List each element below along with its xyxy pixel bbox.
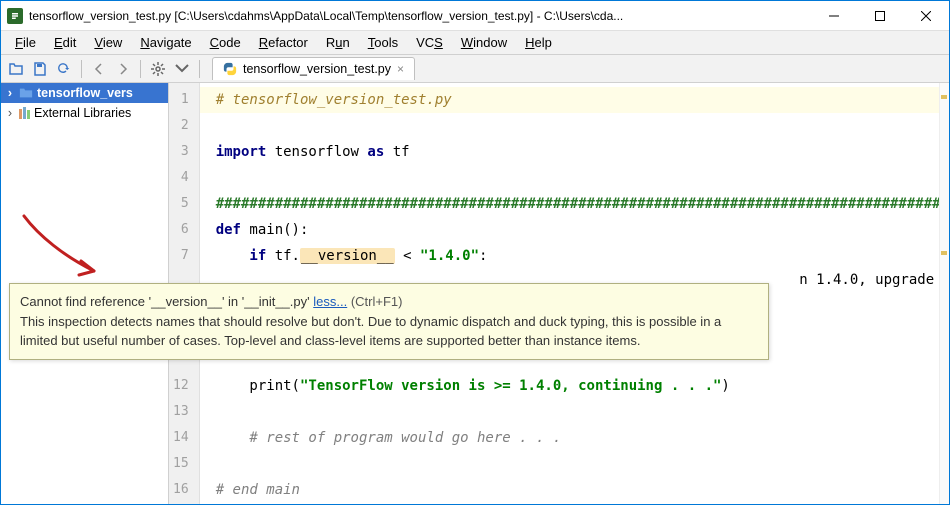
- folder-icon: [19, 86, 33, 100]
- toolbar-separator: [81, 60, 82, 78]
- window-titlebar: tensorflow_version_test.py [C:\Users\cda…: [1, 1, 949, 31]
- project-root-node[interactable]: › tensorflow_vers: [1, 83, 168, 103]
- sync-icon[interactable]: [53, 58, 75, 80]
- nav-back-icon[interactable]: [88, 58, 110, 80]
- truncated-code-fragment: n 1.4.0, upgrade t: [799, 272, 949, 288]
- minimize-button[interactable]: [811, 1, 857, 30]
- close-button[interactable]: [903, 1, 949, 30]
- chevron-right-icon: ›: [5, 106, 15, 120]
- tab-close-icon[interactable]: ×: [397, 63, 404, 75]
- menu-edit[interactable]: Edit: [46, 33, 84, 52]
- app-icon: [7, 8, 23, 24]
- tooltip-less-link[interactable]: less...: [313, 294, 347, 309]
- menu-refactor[interactable]: Refactor: [251, 33, 316, 52]
- inspection-tooltip: Cannot find reference '__version__' in '…: [9, 283, 769, 360]
- python-file-icon: [223, 62, 237, 76]
- code-comment: # rest of program would go here . . .: [249, 430, 561, 446]
- menu-vcs[interactable]: VCS: [408, 33, 451, 52]
- window-title: tensorflow_version_test.py [C:\Users\cda…: [29, 9, 811, 23]
- project-name-label: tensorflow_vers: [37, 86, 133, 100]
- menu-help[interactable]: Help: [517, 33, 560, 52]
- editor-marker-strip[interactable]: [939, 83, 949, 504]
- tooltip-body: This inspection detects names that shoul…: [20, 312, 758, 351]
- menu-tools[interactable]: Tools: [360, 33, 406, 52]
- settings-dropdown-icon[interactable]: [171, 58, 193, 80]
- toolbar-separator: [199, 60, 200, 78]
- menu-navigate[interactable]: Navigate: [132, 33, 199, 52]
- external-libraries-node[interactable]: › External Libraries: [1, 103, 168, 123]
- warning-marker[interactable]: [941, 251, 947, 255]
- code-comment: # end main: [216, 482, 300, 498]
- toolbar: tensorflow_version_test.py ×: [1, 55, 949, 83]
- menu-code[interactable]: Code: [202, 33, 249, 52]
- menu-file[interactable]: File: [7, 33, 44, 52]
- save-all-icon[interactable]: [29, 58, 51, 80]
- tooltip-title: Cannot find reference '__version__' in '…: [20, 294, 313, 309]
- library-icon: [19, 107, 30, 119]
- code-divider-comment: ########################################…: [216, 196, 949, 212]
- menu-window[interactable]: Window: [453, 33, 515, 52]
- maximize-button[interactable]: [857, 1, 903, 30]
- open-file-icon[interactable]: [5, 58, 27, 80]
- code-comment: # tensorflow_version_test.py: [216, 92, 452, 108]
- toolbar-separator: [140, 60, 141, 78]
- chevron-right-icon: ›: [5, 86, 15, 100]
- menu-view[interactable]: View: [86, 33, 130, 52]
- editor-tab-label: tensorflow_version_test.py: [243, 62, 391, 76]
- menubar: File Edit View Navigate Code Refactor Ru…: [1, 31, 949, 55]
- warning-marker[interactable]: [941, 95, 947, 99]
- inspection-warning[interactable]: __version__: [300, 248, 395, 264]
- menu-run[interactable]: Run: [318, 33, 358, 52]
- editor-tab[interactable]: tensorflow_version_test.py ×: [212, 57, 415, 80]
- external-libraries-label: External Libraries: [34, 106, 131, 120]
- settings-icon[interactable]: [147, 58, 169, 80]
- nav-forward-icon[interactable]: [112, 58, 134, 80]
- tooltip-shortcut: (Ctrl+F1): [347, 294, 402, 309]
